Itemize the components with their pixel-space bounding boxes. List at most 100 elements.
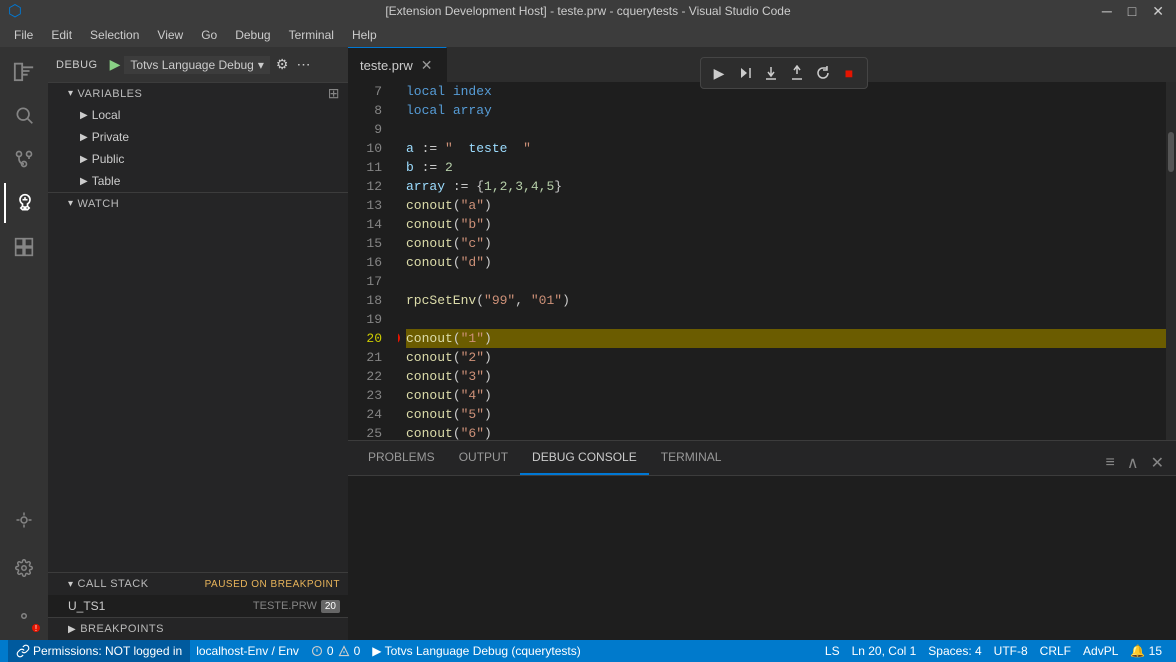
code-line-15[interactable]: conout("c") [406,234,1166,253]
status-errors[interactable]: 0 0 [305,644,366,658]
debug-dropdown[interactable]: Totvs Language Debug ▾ [124,56,269,74]
code-line-21[interactable]: conout("2") [406,348,1166,367]
callstack-collapse-icon: ▾ [68,579,74,590]
code-line-20[interactable]: ➜conout("1") [406,329,1166,348]
tab-teste-prw[interactable]: teste.prw ✕ [348,47,447,82]
token: ( [453,386,461,405]
status-debug-run[interactable]: ▶ Totvs Language Debug (cquerytests) [366,644,586,658]
token: conout [406,234,453,253]
status-cursor[interactable]: Ln 20, Col 1 [846,644,923,658]
tab-close-btn[interactable]: ✕ [419,57,435,74]
code-line-17[interactable] [406,272,1166,291]
code-line-14[interactable]: conout("b") [406,215,1166,234]
code-line-24[interactable]: conout("5") [406,405,1166,424]
maximize-btn[interactable]: □ [1124,3,1140,19]
code-line-12[interactable]: array := {1,2,3,4,5} [406,177,1166,196]
menu-view[interactable]: View [149,26,191,44]
token: conout [406,348,453,367]
code-line-25[interactable]: conout("6") [406,424,1166,440]
variables-header[interactable]: ▾ VARIABLES ⊞ [48,82,348,104]
activity-settings[interactable] [4,548,44,588]
panel-close-btn[interactable]: ✕ [1147,451,1168,475]
watch-section: ▾ WATCH [48,192,348,374]
code-line-8[interactable]: local array [406,101,1166,120]
status-notifications[interactable]: 🔔 15 [1124,644,1168,658]
token: conout [406,196,453,215]
code-line-23[interactable]: conout("4") [406,386,1166,405]
token: ) [484,424,492,440]
status-ls[interactable]: LS [819,644,846,658]
code-line-11[interactable]: b := 2 [406,158,1166,177]
code-line-10[interactable]: a := " teste " [406,139,1166,158]
menu-file[interactable]: File [6,26,41,44]
vertical-scrollbar[interactable] [1166,82,1176,440]
status-eol[interactable]: CRLF [1034,644,1077,658]
panel-collapse-btn[interactable]: ∧ [1123,451,1143,475]
callstack-item[interactable]: U_TS1 TESTE.PRW 20 [48,595,348,617]
panel-list-btn[interactable]: ≡ [1102,452,1119,474]
dbg-step-into-btn[interactable] [759,61,783,85]
status-language[interactable]: AdvPL [1077,644,1124,658]
menu-selection[interactable]: Selection [82,26,147,44]
debug-more-btn[interactable]: ⋯ [294,54,312,75]
token: "01" [531,291,562,310]
dbg-stop-btn[interactable]: ■ [837,61,861,85]
menu-edit[interactable]: Edit [43,26,80,44]
activity-remote[interactable] [4,500,44,540]
variables-expand-icon[interactable]: ⊞ [328,85,340,102]
close-btn[interactable]: ✕ [1148,3,1168,20]
debug-run-btn[interactable]: ▶ [110,56,121,73]
dbg-step-out-btn[interactable] [785,61,809,85]
status-remote[interactable]: Permissions: NOT logged in [8,640,190,662]
panel-tab-problems[interactable]: PROBLEMS [356,440,447,475]
status-spaces[interactable]: Spaces: 4 [922,644,987,658]
activity-search[interactable] [4,95,44,135]
title-left: ⬡ [8,1,22,21]
breakpoints-header[interactable]: ▶ BREAKPOINTS [48,618,348,640]
code-line-13[interactable]: conout("a") [406,196,1166,215]
callstack-header[interactable]: ▾ CALL STACK PAUSED ON BREAKPOINT [48,573,348,595]
dbg-continue-btn[interactable]: ▶ [707,61,731,85]
menu-terminal[interactable]: Terminal [281,26,342,44]
code-line-18[interactable]: rpcSetEnv("99", "01") [406,291,1166,310]
status-encoding[interactable]: UTF-8 [988,644,1034,658]
private-arrow-icon: ▶ [80,132,88,143]
token: a [406,139,414,158]
menu-go[interactable]: Go [193,26,225,44]
dbg-step-over-btn[interactable] [733,61,757,85]
activity-explorer[interactable] [4,51,44,91]
token: 1,2,3,4,5 [484,177,554,196]
code-line-16[interactable]: conout("d") [406,253,1166,272]
code-line-9[interactable] [406,120,1166,139]
activity-debug[interactable] [4,183,44,223]
minimize-btn[interactable]: ─ [1098,3,1116,19]
menu-debug[interactable]: Debug [227,26,278,44]
panel-tab-terminal[interactable]: TERMINAL [649,440,734,475]
tab-label: teste.prw [360,58,413,73]
debug-config-btn[interactable]: ⚙ [274,54,291,75]
code-line-19[interactable] [406,310,1166,329]
token: ( [453,234,461,253]
activity-settings-badge[interactable]: ! [4,596,44,636]
menu-help[interactable]: Help [344,26,385,44]
variables-table[interactable]: ▶ Table [48,170,348,192]
variables-local[interactable]: ▶ Local [48,104,348,126]
panel-tab-output[interactable]: OUTPUT [447,440,520,475]
activity-scm[interactable] [4,139,44,179]
token: index [453,82,492,101]
status-server[interactable]: localhost-Env / Env [190,644,305,658]
token: b [406,158,414,177]
code-line-22[interactable]: conout("3") [406,367,1166,386]
panel-tab-debug-console[interactable]: DEBUG CONSOLE [520,440,649,475]
sidebar-spacer [48,374,348,572]
token: ( [453,253,461,272]
watch-header[interactable]: ▾ WATCH [48,192,348,214]
variables-public[interactable]: ▶ Public [48,148,348,170]
token: "3" [461,367,484,386]
dbg-restart-btn[interactable] [811,61,835,85]
activity-extensions[interactable] [4,227,44,267]
code-editor[interactable]: 7891011121314151617181920212223242526272… [348,82,1176,440]
token: := { [445,177,484,196]
callstack-file: TESTE.PRW 20 [253,600,340,613]
variables-private[interactable]: ▶ Private [48,126,348,148]
